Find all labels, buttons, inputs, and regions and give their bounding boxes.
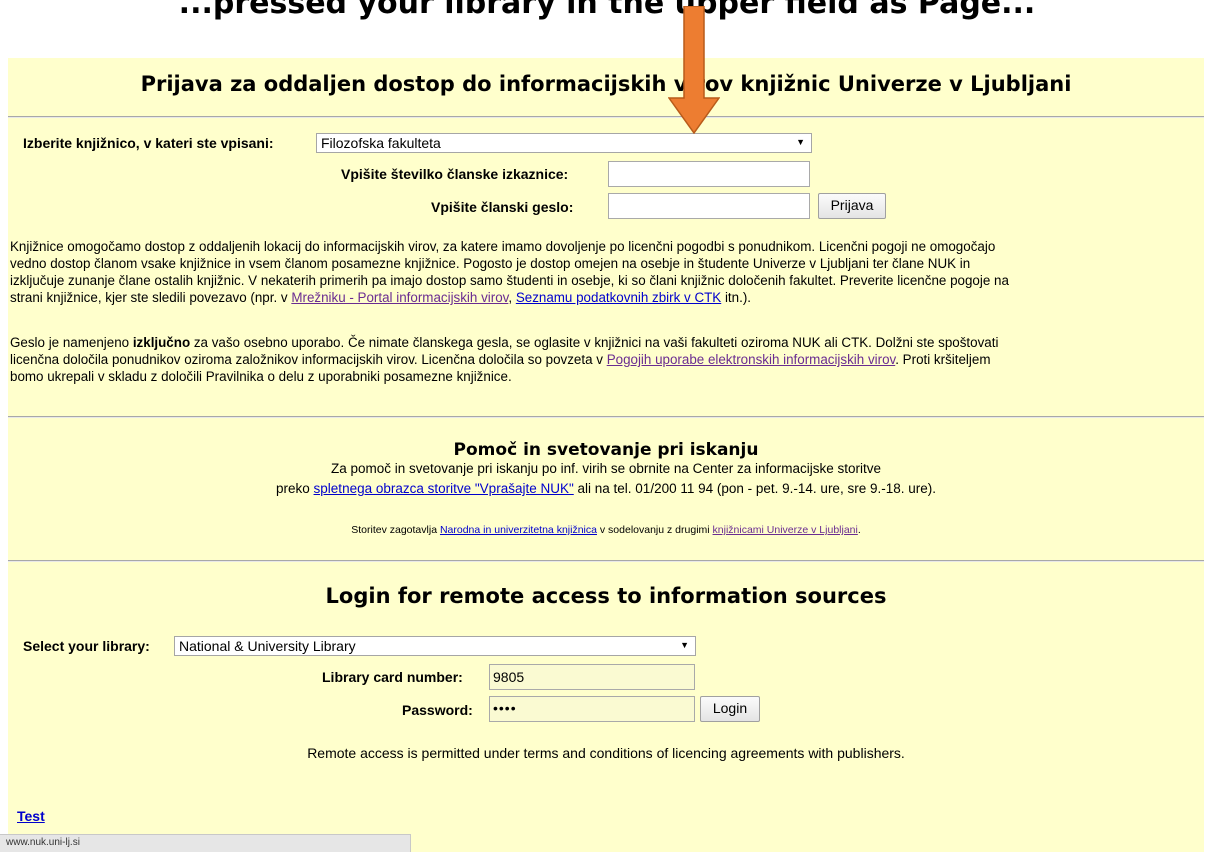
test-link[interactable]: Test: [17, 808, 45, 824]
divider: [8, 116, 1204, 118]
card-number-input-en[interactable]: [489, 664, 695, 690]
card-label-en: Library card number:: [322, 669, 463, 685]
login-page: Prijava za oddaljen dostop do informacij…: [8, 58, 1204, 852]
text-fragment: .: [857, 524, 861, 536]
card-label-si: Vpišite številko članske izkaznice:: [341, 166, 569, 182]
text-fragment: preko: [276, 481, 314, 496]
text-fragment: itn.).: [721, 290, 751, 305]
help-contact-line: preko spletnega obrazca storitve "Vpraša…: [8, 481, 1204, 496]
mreznik-link[interactable]: Mrežniku - Portal informacijskih virov: [291, 290, 508, 305]
text-line: Geslo je namenjeno izključno za vašo ose…: [10, 334, 1202, 351]
text-fragment: ,: [508, 290, 516, 305]
emphasis-text: izključno: [132, 335, 191, 350]
login-button-en[interactable]: Login: [700, 696, 760, 722]
text-line: izključuje zunanje člane ostalih knjižni…: [10, 273, 1009, 288]
chevron-down-icon: ▼: [796, 137, 805, 147]
text-fragment: ali na tel. 01/200 11 94 (pon - pet. 9.-…: [573, 481, 936, 496]
status-bar: www.nuk.uni-lj.si: [0, 834, 411, 852]
ctk-databases-link[interactable]: Seznamu podatkovnih zbirk v CTK: [516, 290, 721, 305]
library-label-si: Izberite knjižnico, v kateri ste vpisani…: [23, 135, 274, 151]
ask-nuk-form-link[interactable]: spletnega obrazca storitve "Vprašajte NU…: [314, 481, 574, 496]
text-line: bomo ukrepali v skladu z določili Pravil…: [10, 369, 512, 384]
password-input-en[interactable]: ••••: [489, 696, 695, 722]
university-libraries-link[interactable]: knjižnicami Univerze v Ljubljani: [713, 524, 858, 536]
password-label-en: Password:: [402, 702, 473, 718]
library-select-en[interactable]: National & University Library ▼: [174, 636, 696, 656]
nuk-link[interactable]: Narodna in univerzitetna knjižnica: [440, 524, 597, 536]
login-button-si[interactable]: Prijava: [818, 193, 886, 219]
library-select-value: Filozofska fakulteta: [321, 135, 441, 151]
text-line: vedno dostop članom vsake knjižnice in v…: [10, 256, 971, 271]
help-text: Za pomoč in svetovanje pri iskanju po in…: [331, 461, 881, 476]
text-fragment: strani knjižnice, kjer ste sledili povez…: [10, 290, 292, 305]
password-input-si[interactable]: [608, 193, 810, 219]
text-fragment: Storitev zagotavlja: [351, 524, 440, 536]
library-select-value: National & University Library: [179, 638, 356, 654]
help-title: Pomoč in svetovanje pri iskanju: [453, 440, 759, 460]
text-fragment: . Proti kršiteljem: [895, 352, 991, 367]
text-fragment: licenčna določila ponudnikov oziroma zal…: [10, 352, 607, 367]
text-fragment: v sodelovanju z drugimi: [596, 524, 713, 536]
text-line: strani knjižnice, kjer ste sledili povez…: [10, 289, 1202, 306]
license-info-paragraph: Knjižnice omogočamo dostop z oddaljenih …: [10, 238, 1202, 306]
page-title-si: Prijava za oddaljen dostop do informacij…: [140, 72, 1072, 96]
top-caption: ...pressed your library in the upper fie…: [178, 0, 1036, 21]
library-select-si[interactable]: Filozofska fakulteta ▼: [316, 133, 812, 153]
arrow-down-icon: [668, 6, 720, 134]
password-label-si: Vpišite članski geslo:: [431, 199, 574, 215]
card-number-input-si[interactable]: [608, 161, 810, 187]
page-title-en: Login for remote access to information s…: [325, 584, 887, 608]
password-info-paragraph: Geslo je namenjeno izključno za vašo ose…: [10, 334, 1202, 385]
remote-access-note: Remote access is permitted under terms a…: [307, 745, 905, 761]
text-line: Knjižnice omogočamo dostop z oddaljenih …: [10, 239, 996, 254]
text-fragment: za vašo osebno uporabo. Če nimate člansk…: [190, 335, 999, 350]
text-line: licenčna določila ponudnikov oziroma zal…: [10, 351, 1202, 368]
divider: [8, 560, 1204, 562]
terms-of-use-link[interactable]: Pogojih uporabe elektronskih informacijs…: [607, 352, 896, 367]
text-fragment: Geslo je namenjeno: [10, 335, 133, 350]
library-label-en: Select your library:: [23, 638, 150, 654]
chevron-down-icon: ▼: [680, 640, 689, 650]
service-credits: Storitev zagotavlja Narodna in univerzit…: [8, 524, 1204, 536]
divider: [8, 416, 1204, 418]
